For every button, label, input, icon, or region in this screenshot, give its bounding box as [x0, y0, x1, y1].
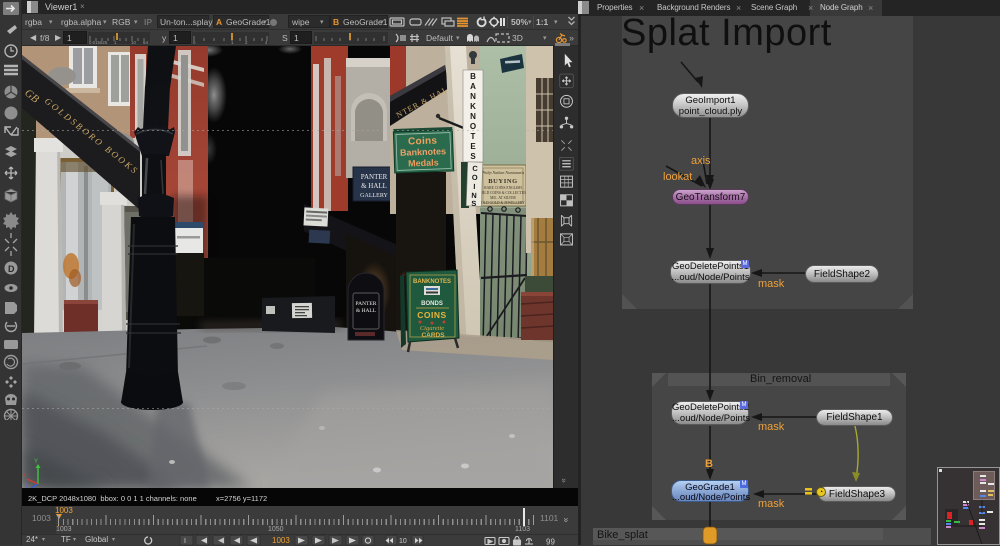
svg-text:O: O — [470, 122, 476, 131]
svg-text:& HALL: & HALL — [361, 182, 387, 190]
svg-text:S: S — [471, 199, 476, 208]
svg-text:CARDS: CARDS — [421, 332, 445, 339]
svg-text:64: 64 — [143, 40, 148, 45]
svg-text:GALLERY: GALLERY — [360, 193, 388, 199]
svg-text:T: T — [471, 132, 476, 141]
svg-text:E: E — [470, 142, 476, 151]
svg-text:COINS: COINS — [417, 310, 446, 320]
svg-text:& HALL: & HALL — [356, 308, 377, 314]
svg-text:1003: 1003 — [272, 536, 290, 545]
svg-text:0.015625: 0.015625 — [89, 40, 108, 45]
svg-text:BANKNOTES: BANKNOTES — [413, 279, 451, 285]
svg-text:10: 10 — [131, 40, 136, 45]
svg-text:Philip Nathan Numismatis: Philip Nathan Numismatis — [481, 170, 525, 175]
svg-text:PANTER: PANTER — [361, 173, 388, 181]
svg-text:B: B — [470, 72, 476, 81]
svg-text:PANTER: PANTER — [356, 301, 377, 307]
svg-text:N: N — [470, 92, 476, 101]
svg-text:1: 1 — [114, 40, 117, 45]
svg-text:2: 2 — [245, 40, 248, 45]
svg-text:OLD GOLD & JEWELLERY: OLD GOLD & JEWELLERY — [481, 201, 525, 205]
svg-text:A: A — [470, 82, 476, 91]
svg-text:D: D — [8, 264, 15, 274]
svg-text:C: C — [472, 164, 478, 173]
svg-text:4: 4 — [265, 40, 268, 45]
svg-text:N: N — [470, 112, 476, 121]
svg-text:K: K — [470, 102, 476, 111]
svg-text:Cigarette: Cigarette — [420, 325, 444, 332]
svg-text:0: 0 — [193, 40, 196, 45]
svg-text:O: O — [472, 173, 478, 182]
svg-text:BUYING: BUYING — [488, 178, 518, 185]
svg-text:Y: Y — [34, 459, 38, 465]
svg-text:S: S — [470, 152, 476, 161]
svg-text:MIL. AT SILVER: MIL. AT SILVER — [490, 196, 516, 200]
svg-text:BONDS: BONDS — [421, 301, 443, 307]
svg-text:I: I — [184, 538, 186, 545]
svg-text:WORLD COINS & COLLECTIONS: WORLD COINS & COLLECTIONS — [476, 191, 530, 195]
svg-text:Medals: Medals — [408, 157, 439, 168]
svg-text:I: I — [473, 182, 475, 191]
svg-text:1: 1 — [231, 40, 234, 45]
svg-text:10: 10 — [399, 538, 407, 545]
svg-text:Banknotes: Banknotes — [400, 146, 446, 158]
svg-text:RARE COINS ENGLISH: RARE COINS ENGLISH — [484, 186, 522, 190]
